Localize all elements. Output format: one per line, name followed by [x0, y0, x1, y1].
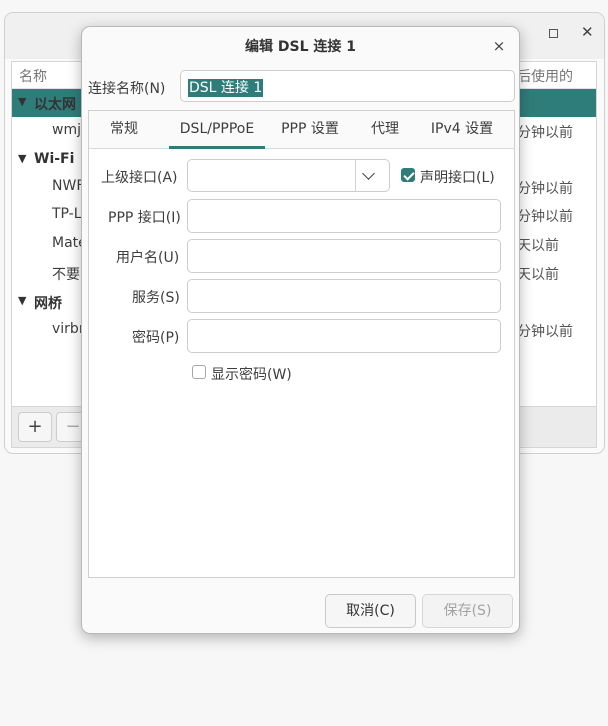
tab-bar: 常规 DSL/PPPoE PPP 设置 代理 IPv4 设置: [89, 111, 514, 149]
add-connection-button[interactable]: +: [18, 412, 52, 442]
connection-name: 不要: [52, 267, 80, 283]
last-used-value: 分钟以前: [517, 125, 573, 141]
connection-name-input[interactable]: DSL 连接 1: [180, 70, 515, 102]
expander-icon[interactable]: ▼: [18, 294, 26, 307]
show-password-label[interactable]: 显示密码(W): [211, 364, 292, 384]
expander-icon[interactable]: ▼: [18, 95, 26, 108]
connection-name: Wi-Fi: [34, 151, 75, 167]
username-input[interactable]: [187, 239, 501, 273]
connection-name-label: 连接名称(N): [88, 81, 166, 97]
parent-interface-combo[interactable]: [187, 159, 390, 192]
cancel-button[interactable]: 取消(C): [325, 594, 416, 628]
tab-general[interactable]: 常规: [103, 111, 145, 148]
parent-interface-label: 上级接口(A): [101, 170, 178, 186]
tab-proxy[interactable]: 代理: [361, 111, 409, 148]
edit-connection-dialog: 编辑 DSL 连接 1 × 连接名称(N) DSL 连接 1 常规 DSL/PP…: [81, 26, 520, 634]
expander-icon[interactable]: ▼: [18, 152, 26, 165]
last-used-value: 分钟以前: [517, 181, 573, 197]
maximize-icon[interactable]: [549, 29, 558, 38]
settings-notebook: 常规 DSL/PPPoE PPP 设置 代理 IPv4 设置 上级接口(A) 声…: [88, 110, 515, 578]
column-name[interactable]: 名称: [19, 66, 47, 86]
claim-interface-label[interactable]: 声明接口(L): [420, 167, 495, 187]
password-input[interactable]: [187, 319, 501, 353]
service-input[interactable]: [187, 279, 501, 313]
service-label: 服务(S): [132, 290, 180, 306]
last-used-value: 天以前: [517, 267, 559, 283]
last-used-value: 天以前: [517, 238, 559, 254]
close-icon[interactable]: ×: [489, 36, 509, 56]
chevron-down-icon[interactable]: [362, 167, 375, 180]
tab-ipv4-settings[interactable]: IPv4 设置: [429, 111, 495, 148]
connection-name: 网桥: [34, 296, 62, 312]
ppp-interface-input[interactable]: [187, 199, 501, 233]
column-last-used[interactable]: 后使用的: [517, 66, 573, 86]
ppp-interface-label: PPP 接口(I): [108, 210, 181, 226]
save-button[interactable]: 保存(S): [422, 594, 513, 628]
username-label: 用户名(U): [116, 250, 180, 266]
connection-name: TP-L: [52, 206, 82, 222]
last-used-value: 分钟以前: [517, 209, 573, 225]
close-icon[interactable]: ✕: [581, 23, 594, 41]
last-used-value: 分钟以前: [517, 324, 573, 340]
connection-name: NWF: [52, 178, 85, 194]
show-password-checkbox[interactable]: [192, 365, 206, 379]
connection-name: 以太网: [34, 97, 76, 113]
combo-separator: [355, 160, 356, 192]
tab-ppp-settings[interactable]: PPP 设置: [277, 111, 343, 148]
tab-dsl-pppoe[interactable]: DSL/PPPoE: [169, 111, 265, 149]
connection-name-value: DSL 连接 1: [188, 79, 264, 97]
connection-name: virbr: [52, 321, 85, 337]
claim-interface-checkbox[interactable]: [401, 168, 415, 182]
dialog-title: 编辑 DSL 连接 1: [245, 39, 356, 55]
connection-name: wmj: [52, 122, 81, 138]
password-label: 密码(P): [132, 330, 180, 346]
